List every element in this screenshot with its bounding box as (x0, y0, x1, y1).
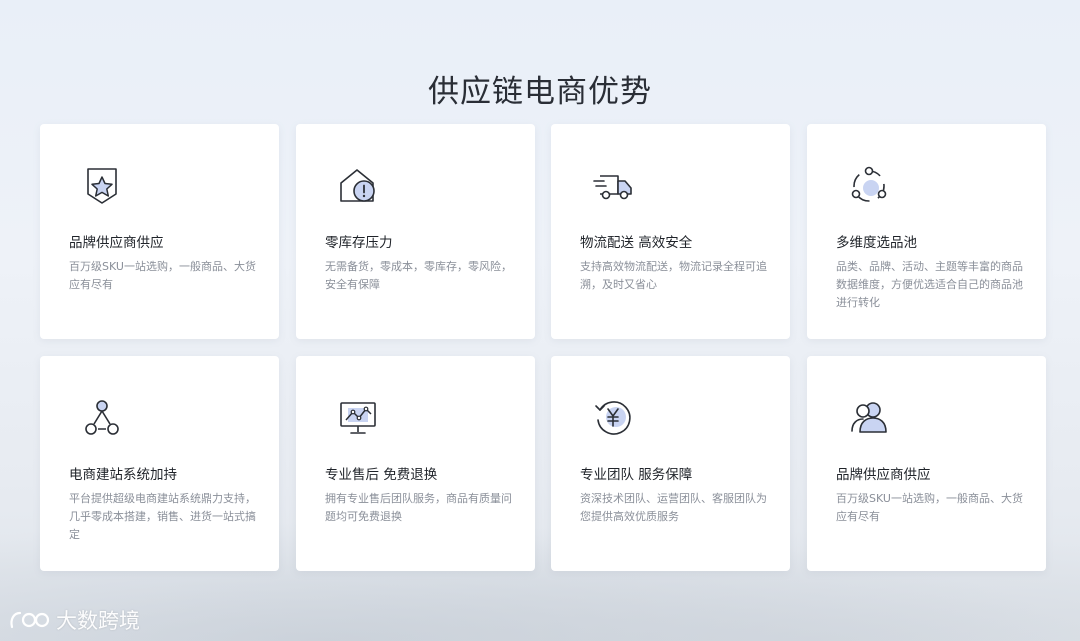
watermark-logo-icon (10, 611, 50, 629)
card-title: 品牌供应商供应 (69, 235, 164, 251)
card-description: 百万级SKU一站选购，一般商品、大货应有尽有 (69, 260, 256, 291)
watermark-text: 大数跨境 (56, 609, 140, 633)
card-description: 百万级SKU一站选购，一般商品、大货应有尽有 (836, 492, 1023, 523)
card-title: 零库存压力 (325, 235, 393, 251)
card-title: 专业团队 服务保障 (580, 467, 693, 483)
card-description: 支持高效物流配送，物流记录全程可追溯，及时又省心 (580, 260, 767, 291)
warehouse-alert-icon (336, 164, 380, 208)
card-description: 平台提供超级电商建站系统鼎力支持，几乎零成本搭建，销售、进货一站式搞定 (69, 492, 256, 541)
card-selection-pool[interactable]: 多维度选品池 品类、品牌、活动、主题等丰富的商品数据维度，方便优选适合自己的商品… (807, 124, 1046, 339)
network-triangle-icon (80, 396, 124, 440)
card-logistics[interactable]: 物流配送 高效安全 支持高效物流配送，物流记录全程可追溯，及时又省心 (551, 124, 790, 339)
card-title: 专业售后 免费退换 (325, 467, 438, 483)
card-title: 多维度选品池 (836, 235, 917, 251)
team-users-icon (847, 396, 891, 440)
card-after-sales[interactable]: 专业售后 免费退换 拥有专业售后团队服务，商品有质量问题均可免费退换 (296, 356, 535, 571)
card-description: 资深技术团队、运营团队、客服团队为您提供高效优质服务 (580, 492, 767, 523)
card-professional-team[interactable]: 专业团队 服务保障 资深技术团队、运营团队、客服团队为您提供高效优质服务 (551, 356, 790, 571)
card-brand-supplier[interactable]: 品牌供应商供应 百万级SKU一站选购，一般商品、大货应有尽有 (40, 124, 279, 339)
monitor-chart-icon (336, 396, 380, 440)
delivery-truck-icon (591, 164, 635, 208)
card-title: 物流配送 高效安全 (580, 235, 693, 251)
card-description: 拥有专业售后团队服务，商品有质量问题均可免费退换 (325, 492, 512, 523)
card-brand-supplier-2[interactable]: 品牌供应商供应 百万级SKU一站选购，一般商品、大货应有尽有 (807, 356, 1046, 571)
card-site-builder[interactable]: 电商建站系统加持 平台提供超级电商建站系统鼎力支持，几乎零成本搭建，销售、进货一… (40, 356, 279, 571)
star-badge-icon (80, 164, 124, 208)
yen-refresh-icon (591, 396, 635, 440)
cycle-nodes-icon (847, 164, 891, 208)
watermark: 大数跨境 (8, 605, 140, 635)
card-description: 无需备货，零成本，零库存，零风险，安全有保障 (325, 260, 512, 291)
card-description: 品类、品牌、活动、主题等丰富的商品数据维度，方便优选适合自己的商品池进行转化 (836, 260, 1023, 309)
page-title: 供应链电商优势 (428, 74, 652, 110)
card-title: 品牌供应商供应 (836, 467, 931, 483)
card-title: 电商建站系统加持 (69, 467, 177, 483)
card-zero-inventory[interactable]: 零库存压力 无需备货，零成本，零库存，零风险，安全有保障 (296, 124, 535, 339)
